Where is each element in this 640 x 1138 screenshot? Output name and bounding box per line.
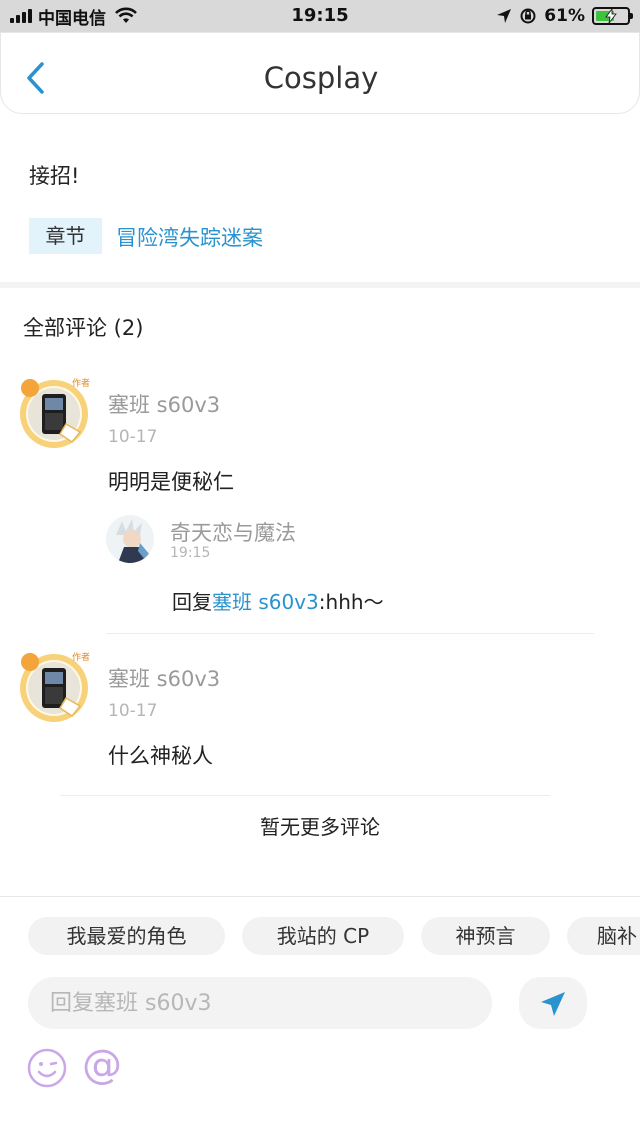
emoji-icon[interactable] [26,1047,68,1089]
no-more-comments: 暂无更多评论 [260,815,380,839]
quick-chip[interactable]: 神预言 [421,917,550,955]
battery-charging-icon [592,7,633,25]
reply-text-line[interactable]: 回复塞班 s60v3:hhh～ [172,586,384,615]
comment-divider [60,795,550,796]
chapter-link[interactable]: 冒险湾失踪迷案 [116,222,263,252]
post-text: 接招! [29,164,80,188]
reply-text: :hhh～ [318,590,384,614]
status-right: 61% [496,5,633,27]
comment-text[interactable]: 明明是便秘仁 [108,466,234,496]
at-icon[interactable]: @ [82,1043,122,1087]
reply-avatar[interactable] [106,515,154,563]
author-avatar[interactable]: 作者 [14,372,94,452]
comment-divider [106,633,594,634]
page-title: Cosplay [263,61,379,95]
reply-prefix: 回复 [172,590,212,614]
reply-user[interactable]: 奇天恋与魔法 [170,517,296,547]
reply-time: 19:15 [170,545,211,561]
location-icon [497,9,512,23]
quick-chip[interactable]: 我站的 CP [242,917,404,955]
comments-title: 全部评论 (2) [23,316,144,340]
reply-mention[interactable]: 塞班 s60v3 [212,590,319,614]
nav-header: Cosplay [0,32,640,114]
status-bar: 中国电信 19:15 61% [0,0,640,32]
quick-chip[interactable]: 我最爱的角色 [28,917,225,955]
comment-date: 10-17 [108,427,158,447]
comment-user[interactable]: 塞班 s60v3 [108,389,220,419]
comment-user[interactable]: 塞班 s60v3 [108,663,220,693]
comment-date: 10-17 [108,701,158,721]
orientation-lock-icon [520,8,536,24]
author-badge: 作者 [72,377,90,389]
reply-input[interactable] [28,977,492,1029]
comment-text[interactable]: 什么神秘人 [108,740,213,770]
battery-percent: 61% [544,6,585,26]
author-avatar[interactable]: 作者 [14,646,94,726]
reply-panel: 我最爱的角色 我站的 CP 神预言 脑补 @ [0,896,640,1138]
author-badge: 作者 [72,651,90,663]
send-button[interactable] [519,977,587,1029]
section-divider [0,282,640,288]
send-icon [541,992,565,1016]
chapter-tag: 章节 [29,218,102,254]
quick-chip[interactable]: 脑补 [567,917,640,955]
